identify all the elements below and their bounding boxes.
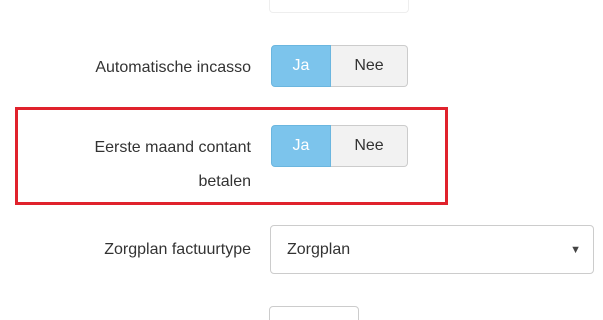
- partial-button-below[interactable]: [269, 306, 359, 320]
- partial-field-above: [269, 0, 409, 13]
- zorgplan-factuurtype-label: Zorgplan factuurtype: [104, 241, 251, 258]
- eerste-maand-contant-ja-button[interactable]: Ja: [271, 125, 331, 167]
- eerste-maand-contant-nee-button[interactable]: Nee: [331, 125, 408, 167]
- zorgplan-factuurtype-value: Zorgplan: [287, 240, 351, 258]
- eerste-maand-contant-label-line1: Eerste maand contant: [94, 139, 251, 156]
- zorgplan-factuurtype-select[interactable]: Zorgplan ▼: [270, 225, 594, 274]
- automatische-incasso-nee-button[interactable]: Nee: [331, 45, 408, 87]
- caret-down-icon: ▼: [570, 243, 581, 256]
- automatische-incasso-label: Automatische incasso: [95, 59, 251, 76]
- eerste-maand-contant-toggle: Ja Nee: [271, 125, 408, 167]
- form-page: Automatische incasso Ja Nee Eerste maand…: [0, 0, 603, 320]
- eerste-maand-contant-label-line2: betalen: [198, 173, 252, 190]
- automatische-incasso-ja-button[interactable]: Ja: [271, 45, 331, 87]
- automatische-incasso-toggle: Ja Nee: [271, 45, 408, 87]
